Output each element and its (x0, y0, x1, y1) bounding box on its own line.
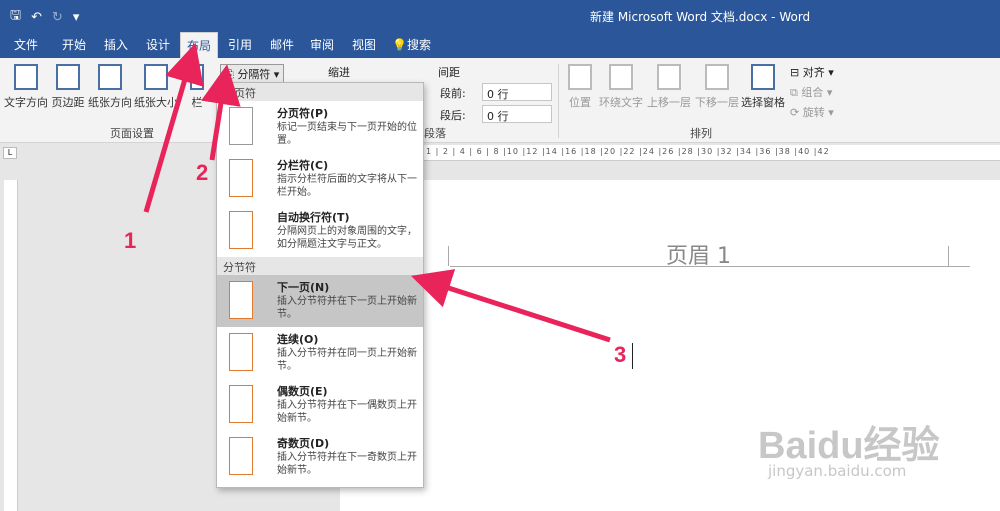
margins-button[interactable]: 页边距 (50, 64, 86, 110)
bring-forward-button[interactable]: 上移一层 (646, 64, 692, 110)
send-backward-icon (705, 64, 729, 90)
ribbon-tabs: 文件 开始 插入 设计 布局 引用 邮件 审阅 视图 💡搜索 (0, 30, 1000, 58)
tab-view[interactable]: 视图 (352, 36, 376, 53)
even-page-icon (229, 385, 253, 423)
vertical-ruler (4, 180, 18, 511)
indent-label: 缩进 (328, 66, 350, 79)
menu-item-text-wrapping-break[interactable]: 自动换行符(T) 分隔网页上的对象周围的文字，如分隔题注文字与正文。 (217, 205, 423, 257)
annotation-number-1: 1 (124, 228, 137, 253)
group-icon: ⧉ (790, 86, 798, 99)
bring-forward-icon (657, 64, 681, 90)
title-bar: 🖫 ↶ ↻ ▾ 新建 Microsoft Word 文档.docx - Word (0, 0, 1000, 30)
next-page-icon (229, 281, 253, 319)
redo-icon[interactable]: ↻ (52, 10, 63, 25)
horizontal-ruler: 1 | 2 | 4 | 6 | 8 |10 |12 |14 |16 |18 |2… (340, 145, 1000, 161)
horizontal-ruler-ticks: 1 | 2 | 4 | 6 | 8 |10 |12 |14 |16 |18 |2… (426, 147, 830, 156)
align-button[interactable]: ⊟ 对齐 ▾ (790, 64, 834, 80)
column-break-icon (229, 159, 253, 197)
page-margin-mark (448, 246, 449, 266)
breaks-button[interactable]: ⎘ 分隔符 ▾ (220, 64, 285, 84)
tab-selector[interactable]: L (3, 147, 17, 159)
customize-qat-icon[interactable]: ▾ (73, 10, 80, 25)
group-label-arrange: 排列 (690, 127, 712, 140)
section-section-breaks: 分节符 (217, 257, 423, 275)
wrap-text-icon (609, 64, 633, 90)
odd-page-icon (229, 437, 253, 475)
tab-home[interactable]: 开始 (62, 36, 86, 53)
text-direction-icon (14, 64, 38, 90)
ribbon-separator (558, 64, 559, 138)
text-cursor (632, 343, 633, 369)
tab-references[interactable]: 引用 (228, 36, 252, 53)
spacing-after-input[interactable]: 0 行 (482, 105, 552, 123)
menu-item-next-page[interactable]: 下一页(N) 插入分节符并在下一页上开始新节。 (217, 275, 423, 327)
tab-design[interactable]: 设计 (146, 36, 170, 53)
position-button[interactable]: 位置 (566, 64, 594, 110)
tell-me-search[interactable]: 💡搜索 (392, 36, 431, 53)
size-button[interactable]: 纸张大小 (134, 64, 178, 110)
text-wrapping-icon (229, 211, 253, 249)
align-icon: ⊟ (790, 66, 800, 79)
spacing-before-label: 段前: (440, 87, 466, 100)
columns-icon (190, 64, 204, 90)
columns-button[interactable]: 栏 (186, 64, 208, 110)
lightbulb-icon: 💡 (392, 38, 407, 52)
spacing-before-input[interactable]: 0 行 (482, 83, 552, 101)
menu-item-even-page[interactable]: 偶数页(E) 插入分节符并在下一偶数页上开始新节。 (217, 379, 423, 431)
spacing-label: 间距 (438, 66, 460, 79)
orientation-button[interactable]: 纸张方向 (88, 64, 132, 110)
spacing-after-label: 段后: (440, 109, 466, 122)
header-rule (450, 266, 970, 267)
menu-item-continuous[interactable]: 连续(O) 插入分节符并在同一页上开始新节。 (217, 327, 423, 379)
page-break-icon (229, 107, 253, 145)
tab-insert[interactable]: 插入 (104, 36, 128, 53)
send-backward-button[interactable]: 下移一层 (694, 64, 740, 110)
annotation-number-3: 3 (614, 342, 627, 367)
save-icon[interactable]: 🖫 (10, 6, 21, 28)
ribbon: 文字方向 页边距 纸张方向 纸张大小 栏 页面设置 ⎘ 分隔符 ▾ 缩进 间距 … (0, 58, 1000, 143)
menu-item-page-break[interactable]: 分页符(P) 标记一页结束与下一页开始的位置。 (217, 101, 423, 153)
wrap-text-button[interactable]: 环绕文字 (598, 64, 644, 110)
section-page-breaks: 分页符 (217, 83, 423, 101)
selection-pane-icon (751, 64, 775, 90)
group-button[interactable]: ⧉ 组合 ▾ (790, 84, 832, 100)
annotation-number-2: 2 (196, 160, 209, 185)
rotate-button[interactable]: ⟳ 旋转 ▾ (790, 104, 834, 120)
undo-icon[interactable]: ↶ (31, 10, 42, 25)
menu-item-column-break[interactable]: 分栏符(C) 指示分栏符后面的文字将从下一栏开始。 (217, 153, 423, 205)
quick-access-toolbar: 🖫 ↶ ↻ ▾ (10, 6, 79, 28)
window-title: 新建 Microsoft Word 文档.docx - Word (590, 10, 811, 24)
position-icon (568, 64, 592, 90)
menu-item-odd-page[interactable]: 奇数页(D) 插入分节符并在下一奇数页上开始新节。 (217, 431, 423, 483)
tab-review[interactable]: 审阅 (310, 36, 334, 53)
margins-icon (56, 64, 80, 90)
selection-pane-button[interactable]: 选择窗格 (740, 64, 786, 110)
baidu-watermark-url: jingyan.baidu.com (768, 462, 907, 480)
baidu-watermark: Baidu经验 (758, 425, 940, 467)
orientation-icon (98, 64, 122, 90)
tab-layout[interactable]: 布局 (180, 32, 219, 58)
page-margin-mark (948, 246, 949, 266)
group-label-paragraph: 段落 (424, 127, 446, 140)
breaks-icon: ⎘ (225, 68, 234, 81)
paper-size-icon (144, 64, 168, 90)
continuous-icon (229, 333, 253, 371)
tab-file[interactable]: 文件 (14, 36, 38, 53)
tab-mailings[interactable]: 邮件 (270, 36, 294, 53)
rotate-icon: ⟳ (790, 106, 800, 119)
breaks-dropdown: 分页符 分页符(P) 标记一页结束与下一页开始的位置。 分栏符(C) 指示分栏符… (216, 82, 424, 488)
group-label-page-setup: 页面设置 (110, 127, 154, 140)
text-direction-button[interactable]: 文字方向 (4, 64, 48, 110)
